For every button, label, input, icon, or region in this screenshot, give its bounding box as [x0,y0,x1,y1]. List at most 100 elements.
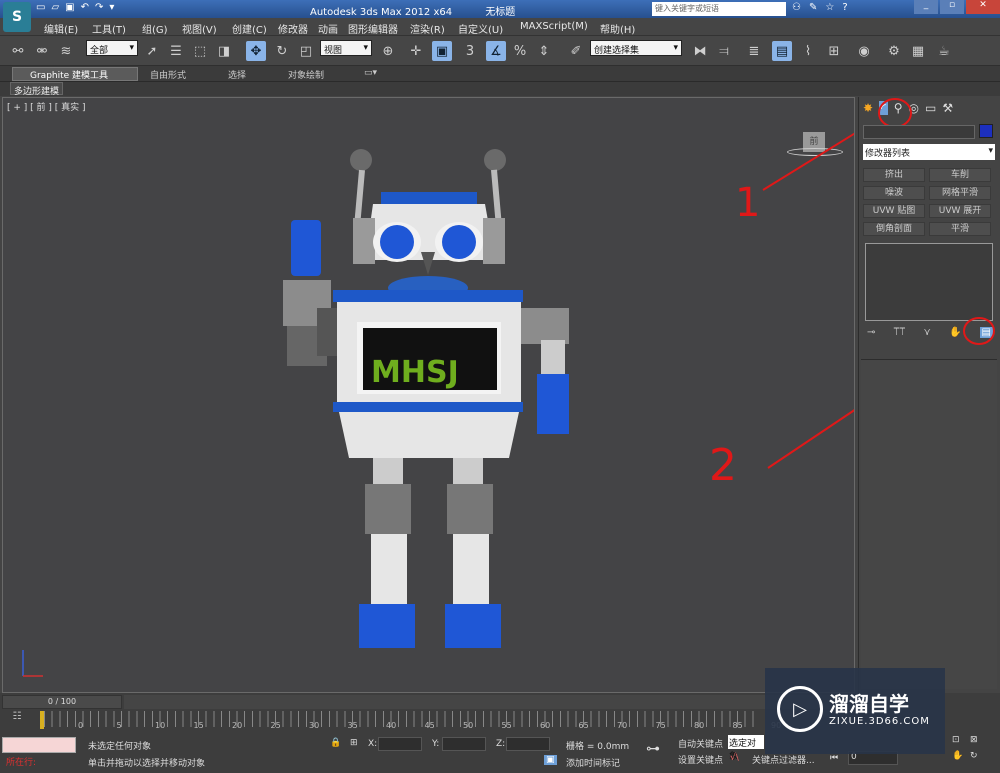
menu-tools[interactable]: 工具(T) [92,21,126,36]
ribbon-options-icon[interactable]: ▭▾ [364,68,377,78]
curve-editor-icon[interactable]: ⌇ [798,41,818,61]
zoom-extents-icon[interactable]: ⊡ [952,735,960,745]
angle-snap-icon[interactable]: ∡ [486,41,506,61]
schematic-view-icon[interactable]: ⊞ [824,41,844,61]
search-input[interactable]: 键入关键字或短语 [652,2,786,16]
noise-button[interactable]: 噪波 [863,186,925,200]
menu-edit[interactable]: 编辑(E) [44,21,78,36]
render-frame-icon[interactable]: ▦ [908,41,928,61]
save-icon[interactable]: ▣ [65,2,74,16]
set-key-button[interactable]: 设置关键点 [678,753,723,766]
select-object-icon[interactable]: ➚ [142,41,162,61]
auto-key-button[interactable]: 自动关键点 [678,737,723,750]
select-move-icon[interactable]: ✥ [246,41,266,61]
tab-freeform[interactable]: 自由形式 [150,68,186,81]
set-key-icon[interactable]: ⊶ [646,741,660,757]
track-bar[interactable] [44,711,760,727]
help-icon[interactable]: ? [842,2,847,13]
app-logo-icon[interactable]: S [3,2,31,32]
time-slider-track[interactable] [124,695,854,709]
pan-view-icon[interactable]: ✋ [952,751,963,761]
viewport-front[interactable]: [ + ] [ 前 ] [ 真实 ] 前 MHSJ 1 2 [2,97,855,693]
object-color-swatch[interactable] [979,124,993,138]
menu-create[interactable]: 创建(C) [232,21,267,36]
maxscript-listener[interactable] [2,737,76,753]
goto-start-icon[interactable]: ⏮ [830,753,838,763]
dropdown-icon[interactable]: ▾ [109,2,114,16]
smooth-button[interactable]: 平滑 [929,222,991,236]
time-tag-icon[interactable]: ▣ [544,755,557,765]
display-tab-icon[interactable]: ▭ [925,101,936,115]
tools-icon[interactable]: ✎ [809,2,817,13]
menu-views[interactable]: 视图(V) [182,21,217,36]
bind-spacewarp-icon[interactable]: ≋ [56,41,76,61]
trackbar-icon[interactable]: ☷ [4,711,30,727]
extrude-button[interactable]: 挤出 [863,168,925,182]
align-icon[interactable]: ⫤ [714,41,734,61]
pivot-center-icon[interactable]: ⊕ [378,41,398,61]
edit-named-sets-icon[interactable]: ✐ [566,41,586,61]
tab-selection[interactable]: 选择 [228,68,246,81]
redo-icon[interactable]: ↷ [95,2,103,16]
maximize-button[interactable]: ▫ [940,0,964,14]
open-file-icon[interactable]: ▱ [51,2,59,16]
utilities-tab-icon[interactable]: ⚒ [942,101,953,115]
percent-snap-icon[interactable]: % [510,41,530,61]
rect-select-region-icon[interactable]: ⬚ [190,41,210,61]
star-icon[interactable]: ☆ [825,2,834,13]
render-setup-icon[interactable]: ⚙ [884,41,904,61]
modifier-stack[interactable] [865,243,993,321]
lathe-button[interactable]: 车削 [929,168,991,182]
make-unique-icon[interactable]: ⋎ [923,327,930,338]
key-mode-icon[interactable]: √\ [730,753,739,763]
ref-coord-dropdown[interactable]: 视图 ▾ [320,40,372,56]
add-time-tag[interactable]: 添加时间标记 [566,756,620,769]
menu-group[interactable]: 组(G) [142,21,168,36]
modifier-list-dropdown[interactable]: 修改器列表 ▾ [863,144,995,160]
keyboard-shortcut-icon[interactable]: ▣ [432,41,452,61]
bevel-profile-button[interactable]: 倒角剖面 [863,222,925,236]
menu-modifiers[interactable]: 修改器 [278,21,308,36]
meshsmooth-button[interactable]: 网格平滑 [929,186,991,200]
undo-icon[interactable]: ↶ [81,2,89,16]
mirror-icon[interactable]: ⧓ [690,41,710,61]
menu-rendering[interactable]: 渲染(R) [410,21,445,36]
binoculars-icon[interactable]: ⚇ [792,2,801,13]
time-slider[interactable]: 0 / 100 [2,695,122,709]
zoom-all-icon[interactable]: ⊠ [970,735,978,745]
menu-graph-editors[interactable]: 图形编辑器 [348,21,398,36]
new-file-icon[interactable]: ▭ [36,2,45,16]
pin-stack-icon[interactable]: ⊸ [867,327,875,338]
render-teapot-icon[interactable]: ☕ [934,41,954,61]
key-filters-button[interactable]: 关键点过滤器... [752,753,815,766]
lock-selection-icon[interactable]: 🔒 [330,738,341,748]
absolute-mode-icon[interactable]: ⊞ [350,738,358,748]
close-button[interactable]: ✕ [966,0,1000,14]
window-crossing-icon[interactable]: ◨ [214,41,234,61]
material-editor-icon[interactable]: ◉ [854,41,874,61]
x-coordinate-field[interactable] [378,737,422,751]
z-coordinate-field[interactable] [506,737,550,751]
menu-customize[interactable]: 自定义(U) [458,21,503,36]
unwrap-uvw-button[interactable]: UVW 展开 [929,204,991,218]
select-by-name-icon[interactable]: ☰ [166,41,186,61]
selected-dropdown[interactable]: 选定对象 [728,735,764,762]
menu-maxscript[interactable]: MAXScript(M) [520,21,588,32]
orbit-icon[interactable]: ↻ [970,751,978,761]
unlink-icon[interactable]: ⚮ [32,41,52,61]
layer-manager-icon[interactable]: ≣ [744,41,764,61]
show-end-result-icon[interactable]: ⟙⟙ [894,327,906,338]
select-rotate-icon[interactable]: ↻ [272,41,292,61]
menu-help[interactable]: 帮助(H) [600,21,635,36]
remove-modifier-icon[interactable]: ✋ [949,327,961,338]
create-tab-icon[interactable]: ✸ [863,101,873,115]
link-icon[interactable]: ⚯ [8,41,28,61]
spinner-snap-icon[interactable]: ⇕ [534,41,554,61]
graphite-toggle-icon[interactable]: ▤ [772,41,792,61]
select-manipulate-icon[interactable]: ✛ [406,41,426,61]
y-coordinate-field[interactable] [442,737,486,751]
polygon-modeling-tab[interactable]: 多边形建模 [10,82,64,97]
minimize-button[interactable]: _ [914,0,938,14]
snap-toggle-icon[interactable]: 3 [460,41,480,61]
menu-animation[interactable]: 动画 [318,21,338,36]
